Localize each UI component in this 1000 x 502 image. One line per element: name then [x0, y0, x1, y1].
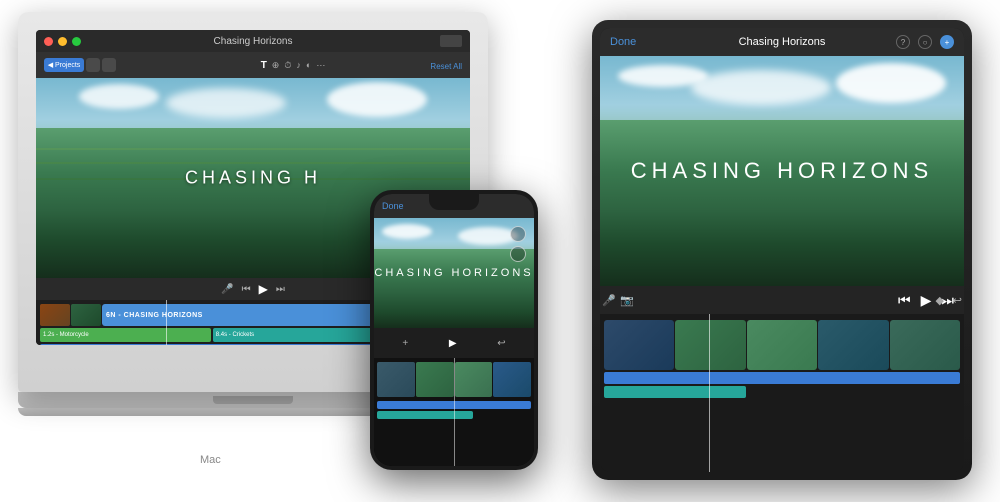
- iphone-screen: Done CHASING HORIZONS: [374, 194, 534, 466]
- ipad-done-button[interactable]: Done: [610, 36, 636, 48]
- ipad-clip-4[interactable]: [818, 320, 888, 370]
- laptop-toolbar: ◀ Projects T ⊕ ⏱ ♪ ◐ ⋯ Reset All: [36, 52, 470, 78]
- cloud-1: [79, 84, 159, 109]
- ipad-body: Done Chasing Horizons ? ○ +: [592, 20, 972, 480]
- ipad-timeline: [600, 314, 964, 472]
- fullscreen-icon[interactable]: [72, 37, 81, 46]
- cloud-2: [166, 88, 286, 118]
- ipad-audio-row-2: [604, 386, 960, 398]
- play-icon[interactable]: ▶: [259, 282, 268, 296]
- clip-thumbnail-2[interactable]: [71, 304, 101, 326]
- toolbar-btn-2[interactable]: [102, 58, 116, 72]
- ipad-video-preview: CHASING HORIZONS: [600, 56, 964, 286]
- iphone-add-icon[interactable]: +: [402, 338, 408, 349]
- close-icon[interactable]: [44, 37, 53, 46]
- laptop-video-title: CHASING H: [185, 168, 321, 189]
- iphone-overlay-btn-1[interactable]: [510, 226, 526, 242]
- iphone-clip-2[interactable]: [416, 362, 454, 397]
- ipad-hills: [600, 120, 964, 286]
- ipad-photo-icon[interactable]: 📷: [620, 294, 634, 307]
- iphone-done-button[interactable]: Done: [382, 201, 404, 211]
- skip-back-icon[interactable]: ⏮: [242, 284, 251, 295]
- iphone-clip-4[interactable]: [493, 362, 531, 397]
- iphone-cloud-1: [382, 224, 432, 239]
- ipad-help-icon[interactable]: ?: [896, 35, 910, 49]
- minimize-icon[interactable]: [58, 37, 67, 46]
- ipad-screen: Done Chasing Horizons ? ○ +: [600, 28, 964, 472]
- ipad-settings-icon[interactable]: ○: [918, 35, 932, 49]
- ipad-audio-row-1: [604, 372, 960, 384]
- ipad-add-icon[interactable]: +: [940, 35, 954, 49]
- mac-brand-label: Mac: [200, 454, 221, 466]
- cloud-3: [327, 82, 427, 117]
- iphone-notch: [429, 194, 479, 210]
- ipad: Done Chasing Horizons ? ○ +: [592, 20, 972, 480]
- iphone-cloud-2: [458, 227, 518, 245]
- audio-clip-1[interactable]: 1.2s - Motorcycle: [40, 328, 211, 342]
- ipad-mic-icon[interactable]: 🎤: [602, 294, 616, 307]
- iphone-controls: + ▶ ↩: [374, 328, 534, 358]
- iphone-video-preview: CHASING HORIZONS: [374, 218, 534, 328]
- toolbar-btn-1[interactable]: [86, 58, 100, 72]
- color-icon[interactable]: ◐: [306, 60, 311, 70]
- stabilize-icon[interactable]: ⋯: [316, 60, 325, 71]
- ipad-undo-icon[interactable]: ↩: [953, 294, 962, 307]
- laptop-notch: [213, 396, 293, 404]
- crop-icon[interactable]: ⊕: [272, 60, 280, 71]
- iphone-clip-1[interactable]: [377, 362, 415, 397]
- iphone-overlay-btn-2[interactable]: [510, 246, 526, 262]
- ipad-playhead: [709, 314, 710, 472]
- terrace-1: [36, 148, 470, 150]
- ipad-skip-back-icon[interactable]: ⏮: [898, 292, 911, 309]
- reset-all-button[interactable]: Reset All: [430, 62, 462, 71]
- ipad-controls-bar: 🎤 📷 ⏮ ▶ ⏭ ↩ ◆: [600, 286, 964, 314]
- traffic-lights: [44, 37, 81, 46]
- ipad-audio-clip-1[interactable]: [604, 372, 960, 384]
- ipad-cloud-2: [691, 70, 831, 105]
- ipad-audio-clip-2[interactable]: [604, 386, 746, 398]
- ipad-redo-icon[interactable]: ◆: [936, 294, 944, 307]
- iphone-undo-icon[interactable]: ↩: [497, 338, 505, 349]
- playhead: [166, 300, 167, 345]
- iphone-timeline: [374, 358, 534, 466]
- audio-icon[interactable]: ♪: [296, 60, 301, 70]
- laptop-window-title: Chasing Horizons: [214, 36, 293, 47]
- laptop-titlebar: Chasing Horizons: [36, 30, 470, 52]
- ipad-video-title: CHASING HORIZONS: [631, 158, 933, 184]
- iphone-play-icon[interactable]: ▶: [449, 338, 457, 349]
- ipad-titlebar: Done Chasing Horizons ? ○ +: [600, 28, 964, 56]
- ipad-clip-1[interactable]: [604, 320, 674, 370]
- iphone: Done CHASING HORIZONS: [370, 190, 538, 470]
- speed-icon[interactable]: ⏱: [284, 60, 291, 71]
- ipad-play-icon[interactable]: ▶: [921, 292, 932, 309]
- ipad-cloud-3: [836, 63, 946, 103]
- scene: Chasing Horizons ◀ Projects T ⊕: [0, 0, 1000, 502]
- microphone-icon[interactable]: 🎤: [221, 284, 233, 295]
- text-tool-icon[interactable]: T: [261, 60, 267, 71]
- terrace-2: [36, 162, 470, 164]
- projects-button[interactable]: ◀ Projects: [44, 58, 84, 72]
- iphone-clip-3[interactable]: [455, 362, 493, 397]
- ipad-clip-5[interactable]: [890, 320, 960, 370]
- clip-thumbnail-1[interactable]: [40, 304, 70, 326]
- ipad-clip-2[interactable]: [675, 320, 745, 370]
- ipad-title: Chasing Horizons: [739, 36, 826, 48]
- iphone-body: Done CHASING HORIZONS: [370, 190, 538, 470]
- iphone-audio-bar-2[interactable]: [377, 411, 473, 419]
- skip-forward-icon[interactable]: ⏭: [276, 284, 285, 295]
- iphone-playhead: [454, 358, 455, 466]
- ipad-clips-row: [604, 320, 960, 370]
- iphone-video-title: CHASING HORIZONS: [374, 267, 533, 279]
- ipad-toolbar-icons: ? ○ +: [896, 35, 954, 49]
- ipad-clip-3[interactable]: [747, 320, 817, 370]
